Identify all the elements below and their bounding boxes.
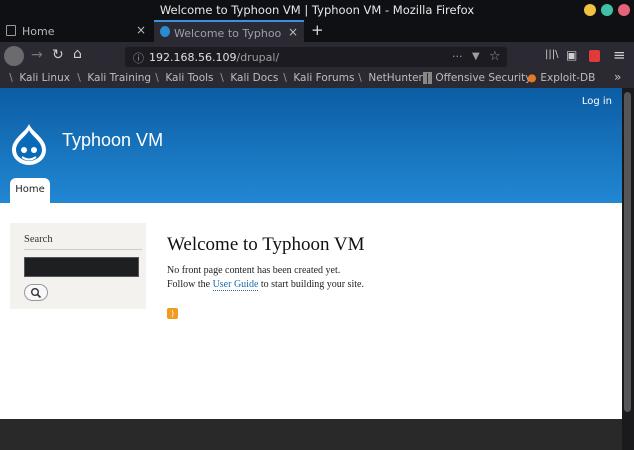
dragon-icon: \: [77, 72, 81, 84]
window-titlebar: Welcome to Typhoon VM | Typhoon VM - Moz…: [0, 0, 634, 20]
bookmarks-toolbar: \ Kali Linux \ Kali Training \ Kali Tool…: [0, 70, 634, 88]
back-button[interactable]: [4, 46, 24, 66]
menu-icon[interactable]: ≡: [613, 46, 626, 64]
info-icon[interactable]: ⓘ: [133, 50, 144, 66]
page-icon: [6, 25, 16, 36]
bookmark-exploit-db[interactable]: ● Exploit-DB: [527, 72, 595, 84]
tab-welcome[interactable]: Welcome to Typhoon VM ×: [154, 20, 304, 42]
tab-label: Home: [22, 25, 55, 38]
pocket-icon[interactable]: ▼: [472, 51, 480, 62]
home-tab[interactable]: Home: [10, 178, 50, 203]
bookmark-star-icon[interactable]: ☆: [489, 49, 501, 64]
login-link[interactable]: Log in: [582, 96, 612, 107]
search-block: Search: [10, 223, 146, 309]
drupal-logo-icon[interactable]: [10, 122, 48, 166]
site-header: Log in Typhoon VM Home: [0, 88, 622, 203]
url-path: /drupal/: [236, 51, 280, 64]
url-bar[interactable]: ⓘ 192.168.56.109/drupal/ ··· ▼ ☆: [125, 47, 507, 67]
minimize-button[interactable]: [584, 4, 596, 16]
bookmark-kali-linux[interactable]: \ Kali Linux: [6, 72, 70, 84]
bookmark-kali-tools[interactable]: \ Kali Tools: [152, 72, 213, 84]
divider: [24, 249, 142, 250]
dragon-icon: \: [358, 72, 362, 84]
web-page: Log in Typhoon VM Home Search Welcome to…: [0, 88, 622, 450]
scrollbar-thumb[interactable]: [624, 92, 631, 412]
page-actions-icon[interactable]: ···: [452, 50, 463, 63]
sidebar-icon[interactable]: ▣: [566, 48, 577, 62]
bookmark-kali-training[interactable]: \ Kali Training: [74, 72, 151, 84]
dragon-icon: \: [220, 72, 224, 84]
site-name[interactable]: Typhoon VM: [62, 130, 163, 151]
bookmark-offensive-security[interactable]: | Offensive Security: [423, 72, 531, 84]
rss-icon[interactable]: ): [167, 308, 178, 319]
tab-home[interactable]: Home ×: [0, 20, 152, 42]
close-tab-icon[interactable]: ×: [136, 23, 146, 37]
scrollbar[interactable]: [622, 88, 634, 450]
empty-content-message: No front page content has been created y…: [167, 265, 341, 276]
maximize-button[interactable]: [601, 4, 613, 16]
tab-label: Welcome to Typhoon VM: [174, 27, 282, 40]
reload-button[interactable]: ↻: [52, 47, 64, 63]
close-window-button[interactable]: [618, 4, 630, 16]
addon-shield-icon[interactable]: [589, 50, 600, 62]
nav-toolbar: → ↻ ⌂ ⓘ 192.168.56.109/drupal/ ··· ▼ ☆ |…: [0, 42, 634, 70]
library-icon[interactable]: |||\: [545, 49, 558, 60]
close-tab-icon[interactable]: ×: [288, 25, 298, 39]
user-guide-link[interactable]: User Guide: [212, 279, 259, 291]
drupal-icon: [160, 26, 170, 37]
offsec-icon: |: [423, 72, 432, 84]
forward-button[interactable]: →: [31, 47, 43, 63]
dragon-icon: \: [155, 72, 159, 84]
bookmarks-overflow-icon[interactable]: »: [614, 70, 621, 84]
bookmark-kali-forums[interactable]: \ Kali Forums: [280, 72, 354, 84]
tab-strip: Home × Welcome to Typhoon VM × +: [0, 20, 634, 42]
window-title: Welcome to Typhoon VM | Typhoon VM - Moz…: [159, 3, 475, 17]
search-block-title: Search: [24, 234, 53, 245]
bookmark-kali-docs[interactable]: \ Kali Docs: [217, 72, 278, 84]
url-host: 192.168.56.109: [149, 51, 237, 64]
search-button[interactable]: [24, 284, 48, 301]
dragon-icon: \: [9, 72, 13, 84]
home-button[interactable]: ⌂: [73, 46, 82, 62]
new-tab-button[interactable]: +: [308, 20, 326, 42]
user-guide-message: Follow the User Guide to start building …: [167, 279, 364, 291]
exploitdb-icon: ●: [527, 72, 537, 84]
search-icon: [31, 288, 42, 299]
dragon-icon: \: [283, 72, 287, 84]
bookmark-nethunter[interactable]: \ NetHunter: [355, 72, 423, 84]
page-title: Welcome to Typhoon VM: [167, 234, 365, 255]
search-input[interactable]: [24, 257, 139, 277]
site-footer: [0, 419, 622, 450]
